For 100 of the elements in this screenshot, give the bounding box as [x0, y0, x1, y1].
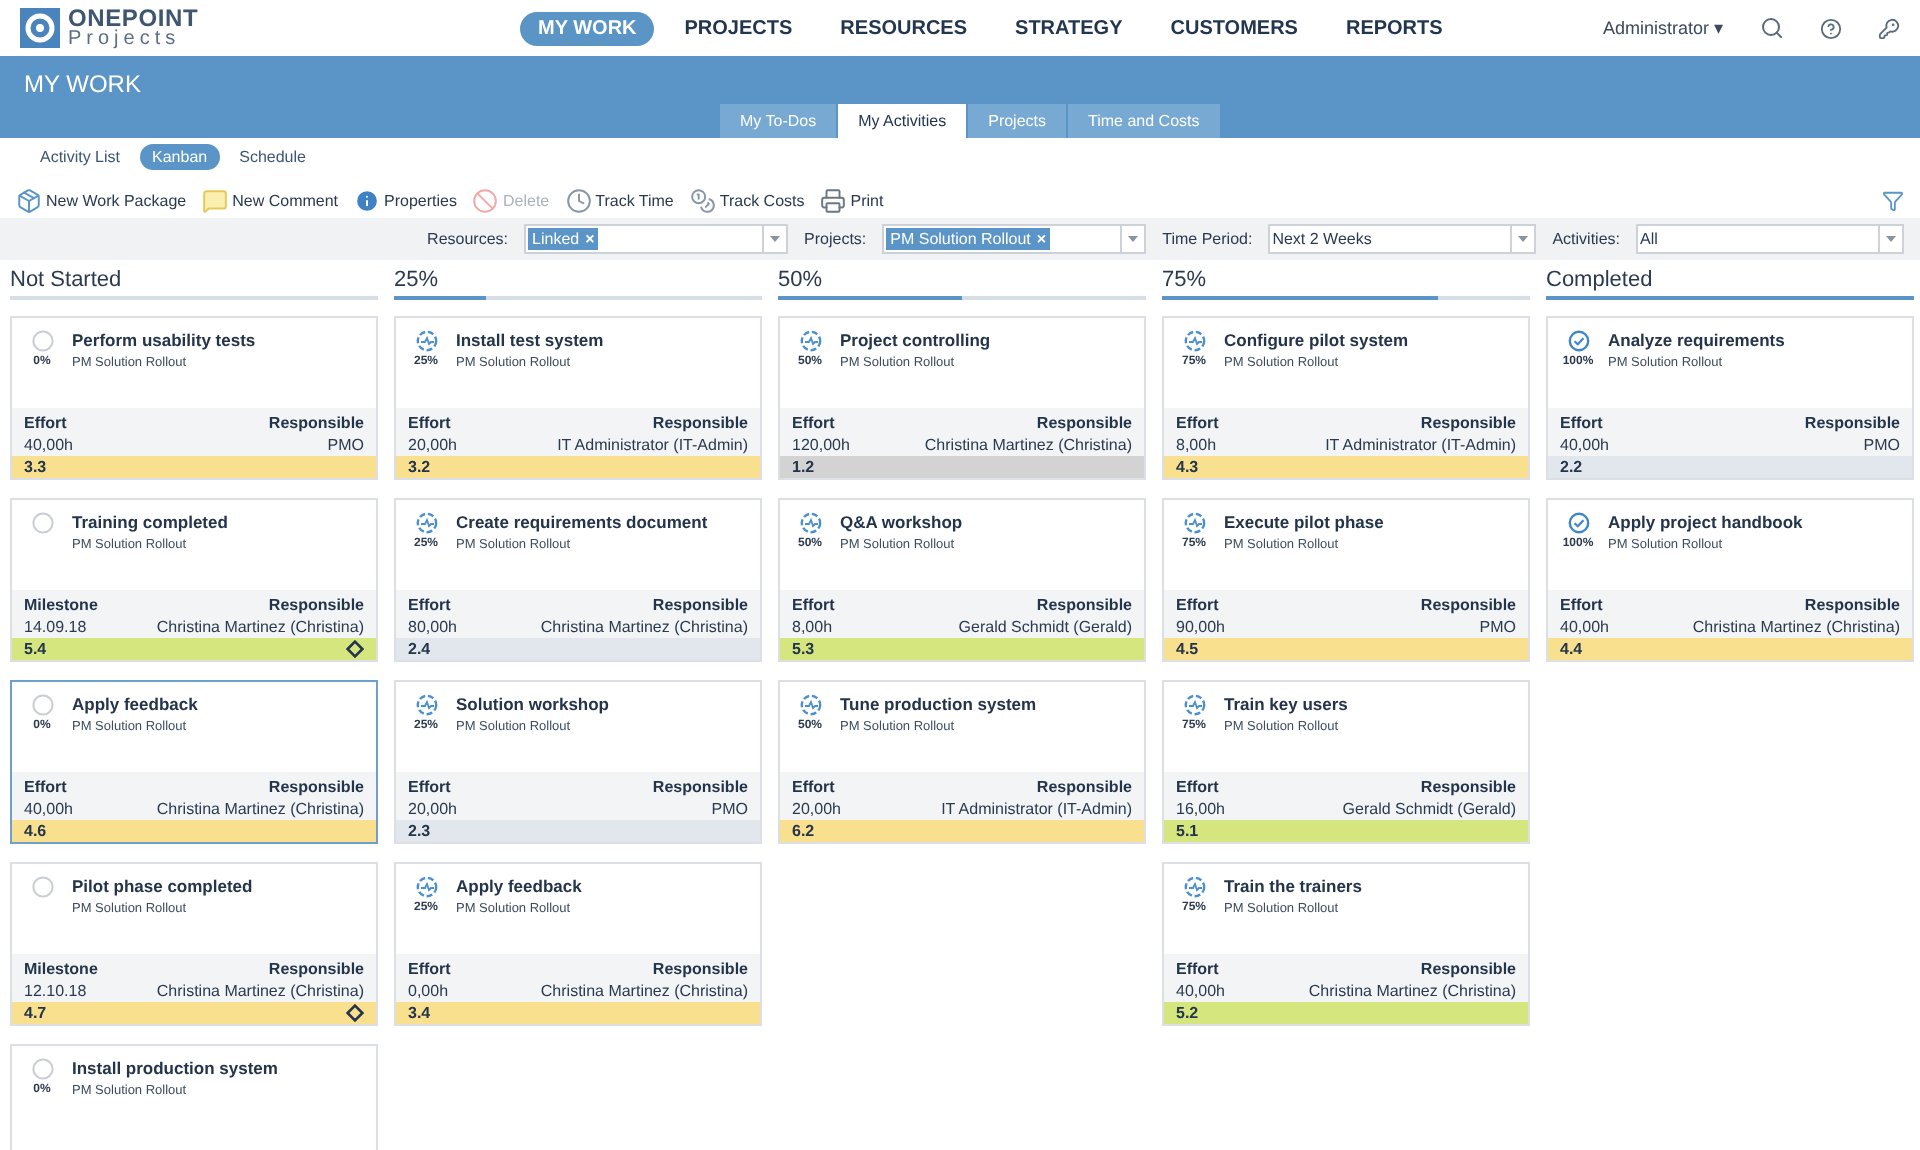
field-label: Effort: [408, 778, 453, 797]
empty-circle-icon: [31, 512, 53, 534]
code-bar: 3.4: [396, 1002, 760, 1024]
progress-icon: [1183, 694, 1205, 716]
field-value: Christina Martinez (Christina): [1690, 617, 1900, 636]
field-value: IT Administrator (IT-Admin): [939, 799, 1132, 818]
toolbar-button[interactable]: New Comment: [202, 188, 339, 214]
code-bar: 2.4: [396, 638, 760, 660]
filter-tag: Linked ×: [528, 228, 599, 250]
field-value: 20,00h: [408, 799, 457, 818]
filter-label: Activities:: [1552, 230, 1620, 248]
dropdown-caret-icon: [1517, 236, 1528, 242]
activity-title: Analyze requirements: [1608, 330, 1785, 350]
coins-icon: [689, 188, 716, 214]
field-label: Effort: [792, 778, 837, 797]
filter-select[interactable]: Next 2 Weeks: [1268, 224, 1537, 254]
field-value: 40,00h: [1560, 435, 1609, 454]
delete-icon: [472, 188, 499, 214]
field-label: Responsible: [1418, 778, 1516, 797]
view-switch[interactable]: Schedule: [227, 144, 318, 170]
progress-icon: [799, 694, 821, 716]
field-value: 8,00h: [792, 617, 835, 636]
field-value: Christina Martinez (Christina): [922, 435, 1132, 454]
help-icon[interactable]: [1820, 17, 1842, 39]
toolbar-button[interactable]: Track Time: [565, 188, 674, 214]
progress-icon: [799, 512, 821, 534]
progress-icon: [799, 330, 821, 352]
field-label: Responsible: [1802, 596, 1900, 615]
field-label: Milestone: [24, 960, 98, 979]
user-menu[interactable]: Administrator ▾: [1602, 18, 1724, 38]
field-value: IT Administrator (IT-Admin): [555, 435, 748, 454]
progress-icon: [415, 330, 437, 352]
field-label: Responsible: [650, 596, 748, 615]
filter-select[interactable]: All: [1636, 224, 1904, 254]
field-value: 40,00h: [24, 799, 73, 818]
activity-title: Training completed: [72, 512, 228, 532]
nav-item[interactable]: REPORTS: [1327, 11, 1461, 45]
search-icon[interactable]: [1760, 16, 1784, 40]
empty-circle-icon: [31, 876, 53, 898]
activity-title: Configure pilot system: [1224, 330, 1409, 350]
filter-icon[interactable]: [1882, 190, 1904, 212]
field-label: Effort: [408, 960, 451, 979]
nav-item[interactable]: CUSTOMERS: [1152, 11, 1316, 45]
code-bar: 6.2: [780, 820, 1144, 842]
view-switch[interactable]: Activity List: [28, 144, 133, 170]
field-value: Christina Martinez (Christina): [538, 981, 748, 1000]
field-label: Effort: [1560, 414, 1605, 433]
info-icon: [354, 188, 381, 214]
toolbar-button[interactable]: New Work Package: [16, 188, 187, 214]
field-label: Effort: [1176, 778, 1221, 797]
field-label: Milestone: [24, 596, 98, 615]
key-icon[interactable]: [1878, 17, 1900, 39]
field-value: 0,00h: [408, 981, 451, 1000]
activity-title: Apply feedback: [72, 694, 198, 714]
field-value: 8,00h: [1176, 435, 1219, 454]
code-bar: 5.1: [1164, 820, 1528, 842]
toolbar-button[interactable]: Properties: [354, 188, 457, 214]
field-label: Responsible: [1418, 414, 1516, 433]
field-value: Christina Martinez (Christina): [1306, 981, 1516, 1000]
code-bar: 3.3: [12, 456, 376, 478]
field-label: Effort: [1560, 596, 1605, 615]
field-label: Responsible: [266, 778, 364, 797]
field-value: IT Administrator (IT-Admin): [1323, 435, 1516, 454]
progress-icon: [415, 512, 437, 534]
field-value: 120,00h: [792, 435, 850, 454]
toolbar-button[interactable]: Track Costs: [689, 188, 805, 214]
progress-icon: [415, 694, 437, 716]
activity-title: Perform usability tests: [72, 330, 256, 350]
empty-circle-icon: [31, 694, 53, 716]
field-label: Effort: [24, 778, 69, 797]
field-label: Effort: [408, 414, 453, 433]
clock-icon: [565, 188, 592, 214]
toolbar-button[interactable]: Print: [820, 188, 884, 214]
field-label: Responsible: [650, 778, 748, 797]
nav-item[interactable]: PROJECTS: [666, 11, 811, 45]
field-label: Effort: [1176, 596, 1221, 615]
nav-item[interactable]: RESOURCES: [822, 11, 986, 45]
code-bar: 3.2: [396, 456, 760, 478]
field-value: 40,00h: [24, 435, 73, 454]
field-value: 12.10.18: [24, 981, 89, 1000]
activity-title: Install production system: [72, 1058, 278, 1078]
column-title: 50%: [778, 268, 825, 292]
field-label: Responsible: [266, 960, 364, 979]
progress-icon: [1183, 330, 1205, 352]
field-label: Responsible: [650, 960, 748, 979]
field-value: 14.09.18: [24, 617, 89, 636]
column-title: 25%: [394, 268, 441, 292]
nav-item[interactable]: STRATEGY: [997, 11, 1141, 45]
activity-title: Project controlling: [840, 330, 991, 350]
check-circle-icon: [1567, 512, 1589, 534]
column-title: Not Started: [10, 268, 124, 292]
activity-title: Execute pilot phase: [1224, 512, 1384, 532]
filter-label: Projects:: [804, 230, 867, 248]
field-value: PMO: [325, 435, 364, 454]
field-value: Gerald Schmidt (Gerald): [1340, 799, 1516, 818]
activity-title: Pilot phase completed: [72, 876, 253, 896]
tab[interactable]: My Activities: [838, 104, 967, 138]
activity-title: Q&A workshop: [840, 512, 963, 532]
empty-circle-icon: [31, 1058, 53, 1080]
code-bar: 4.3: [1164, 456, 1528, 478]
